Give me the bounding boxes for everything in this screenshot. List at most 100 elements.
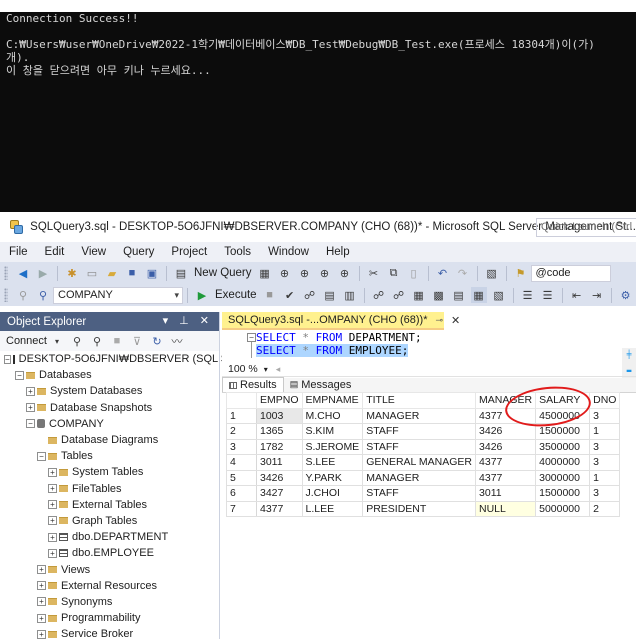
column-header[interactable]: MANAGER bbox=[475, 392, 537, 409]
grid-cell[interactable]: 3426 bbox=[475, 438, 537, 455]
disconnect-icon[interactable]: ⚲ bbox=[89, 333, 105, 349]
grid-cell[interactable]: GENERAL MANAGER bbox=[362, 454, 477, 471]
tree-node[interactable]: − Tables bbox=[0, 448, 219, 464]
grid-cell[interactable]: L.LEE bbox=[301, 500, 364, 517]
toolbar-grip[interactable] bbox=[4, 266, 8, 280]
sql-code-area[interactable]: − SELECT * FROM DEPARTMENT; SELECT * FRO… bbox=[222, 330, 636, 380]
column-header[interactable]: EMPNAME bbox=[301, 392, 364, 409]
table-row[interactable]: 6 3427 J.CHOI STAFF 3011 1500000 3 bbox=[226, 485, 621, 502]
live-stats-icon[interactable]: ▦ bbox=[411, 287, 427, 303]
tree-node[interactable]: + Views bbox=[0, 561, 219, 577]
expand-icon[interactable]: + bbox=[48, 467, 57, 477]
row-number[interactable]: 3 bbox=[226, 438, 257, 455]
redo-icon[interactable]: ↷ bbox=[455, 265, 471, 281]
paste-icon[interactable]: ▯ bbox=[406, 265, 422, 281]
quick-launch-input[interactable]: Quick Launch (Ctrl bbox=[536, 218, 636, 237]
tree-node[interactable]: − Databases bbox=[0, 367, 219, 383]
grid-cell[interactable]: 4000000 bbox=[535, 454, 591, 471]
grid-cell[interactable]: 3000000 bbox=[535, 469, 591, 486]
menu-edit[interactable]: Edit bbox=[36, 246, 73, 258]
code-line-1[interactable]: SELECT * FROM DEPARTMENT; bbox=[256, 331, 422, 344]
grid-cell[interactable]: STAFF bbox=[362, 485, 477, 502]
save-icon[interactable]: ■ bbox=[124, 265, 140, 281]
grid-cell[interactable]: 3011 bbox=[475, 485, 537, 502]
row-number[interactable]: 7 bbox=[226, 500, 257, 517]
grid-cell[interactable]: 3426 bbox=[256, 469, 303, 486]
new-query-icon[interactable]: ▤ bbox=[173, 265, 189, 281]
new-query-button[interactable]: New Query bbox=[194, 267, 252, 279]
expand-icon[interactable]: + bbox=[48, 500, 57, 510]
grid-cell[interactable]: 3 bbox=[589, 407, 621, 424]
activity-monitor-icon[interactable]: 〰 bbox=[169, 333, 185, 349]
column-header[interactable]: TITLE bbox=[362, 392, 477, 409]
expand-icon[interactable]: + bbox=[37, 629, 46, 639]
pin-icon[interactable]: ⊸ bbox=[435, 315, 443, 326]
estimated-plan-icon[interactable]: ☍ bbox=[302, 287, 318, 303]
tree-node[interactable]: − DESKTOP-5O6JFNI₩DBSERVER (SQL Serv bbox=[0, 351, 243, 367]
expand-icon[interactable]: + bbox=[26, 403, 35, 413]
tree-node[interactable]: + System Databases bbox=[0, 383, 219, 399]
table-row[interactable]: 3 1782 S.JEROME STAFF 3426 3500000 3 bbox=[226, 438, 621, 455]
table-row[interactable]: 1 1003 M.CHO MANAGER 4377 4500000 3 bbox=[226, 407, 621, 424]
menu-window[interactable]: Window bbox=[259, 246, 317, 258]
code-line-2[interactable]: SELECT * FROM EMPLOYEE; bbox=[256, 344, 409, 357]
grid-cell[interactable]: 2 bbox=[589, 500, 621, 517]
grid-cell[interactable]: NULL bbox=[475, 500, 537, 517]
find-icon[interactable]: ⚑ bbox=[513, 265, 529, 281]
change-connection-icon[interactable]: ⚲ bbox=[35, 287, 51, 303]
grid-cell[interactable]: 3427 bbox=[256, 485, 303, 502]
expand-icon[interactable]: + bbox=[37, 597, 46, 607]
table-row[interactable]: 7 4377 L.LEE PRESIDENT NULL 5000000 2 bbox=[226, 500, 621, 517]
execute-icon[interactable]: ▶ bbox=[194, 287, 210, 303]
column-header[interactable]: EMPNO bbox=[256, 392, 303, 409]
grid-cell[interactable]: S.KIM bbox=[301, 423, 364, 440]
split-icon[interactable]: ╪ bbox=[623, 350, 635, 360]
results-to-text-icon[interactable]: ▤ bbox=[451, 287, 467, 303]
results-to-file-icon[interactable]: ▧ bbox=[491, 287, 507, 303]
grid-cell[interactable]: 1003 bbox=[256, 407, 303, 424]
collapse-icon[interactable]: − bbox=[4, 354, 11, 364]
grid-cell[interactable]: Y.PARK bbox=[301, 469, 364, 486]
tree-node[interactable]: + dbo.EMPLOYEE bbox=[0, 545, 219, 561]
menu-query[interactable]: Query bbox=[114, 246, 162, 258]
grid-cell[interactable]: 1 bbox=[589, 423, 621, 440]
tree-node[interactable]: + External Resources bbox=[0, 578, 219, 594]
grid-cell[interactable]: 1365 bbox=[256, 423, 303, 440]
grid-cell[interactable]: 4500000 bbox=[535, 407, 591, 424]
tab-messages[interactable]: ▤ Messages bbox=[284, 377, 358, 392]
panel-controls[interactable]: ▾ ⊥ ✕ bbox=[163, 314, 213, 327]
grid-cell[interactable]: 4377 bbox=[475, 454, 537, 471]
dax-query-icon[interactable]: ⊕ bbox=[337, 265, 353, 281]
grid-cell[interactable]: 3 bbox=[589, 438, 621, 455]
grid-cell[interactable]: 3011 bbox=[256, 454, 303, 471]
document-tab[interactable]: SQLQuery3.sql -...OMPANY (CHO (68))* ⊸ ✕ bbox=[222, 312, 460, 330]
row-number[interactable]: 4 bbox=[226, 454, 257, 471]
grid-cell[interactable]: 4377 bbox=[475, 469, 537, 486]
actual-plan-icon[interactable]: ☍ bbox=[391, 287, 407, 303]
query-options-icon[interactable]: ▥ bbox=[342, 287, 358, 303]
grid-cell[interactable]: 1500000 bbox=[535, 485, 591, 502]
filter-icon[interactable]: ⊽ bbox=[129, 333, 145, 349]
grid-cell[interactable]: 4377 bbox=[475, 407, 537, 424]
grid-cell[interactable]: 3 bbox=[589, 485, 621, 502]
grid-cell[interactable]: 3 bbox=[589, 454, 621, 471]
forward-icon[interactable]: ▶ bbox=[35, 265, 51, 281]
new-project-icon[interactable]: ✱ bbox=[64, 265, 80, 281]
row-number[interactable]: 1 bbox=[226, 407, 257, 424]
menu-view[interactable]: View bbox=[72, 246, 114, 258]
undo-icon[interactable]: ↶ bbox=[435, 265, 451, 281]
expand-icon[interactable]: + bbox=[26, 386, 35, 396]
back-icon[interactable]: ◀ bbox=[15, 265, 31, 281]
copy-icon[interactable]: ⧉ bbox=[386, 265, 402, 281]
expand-icon[interactable]: + bbox=[48, 548, 57, 558]
tree-node[interactable]: − COMPANY bbox=[0, 416, 219, 432]
stop-icon[interactable]: ■ bbox=[109, 333, 125, 349]
results-grid[interactable]: EMPNO EMPNAME TITLE MANAGER SALARY DNO 1 1003 M… bbox=[226, 392, 621, 517]
decrease-indent-icon[interactable]: ⇤ bbox=[569, 287, 585, 303]
uncomment-icon[interactable]: ☰ bbox=[540, 287, 556, 303]
grid-cell[interactable]: MANAGER bbox=[362, 469, 477, 486]
tree-node[interactable]: + System Tables bbox=[0, 464, 219, 480]
intellisense-icon[interactable]: ☍ bbox=[371, 287, 387, 303]
tab-results[interactable]: Results bbox=[222, 377, 284, 392]
grid-corner[interactable] bbox=[226, 392, 257, 409]
